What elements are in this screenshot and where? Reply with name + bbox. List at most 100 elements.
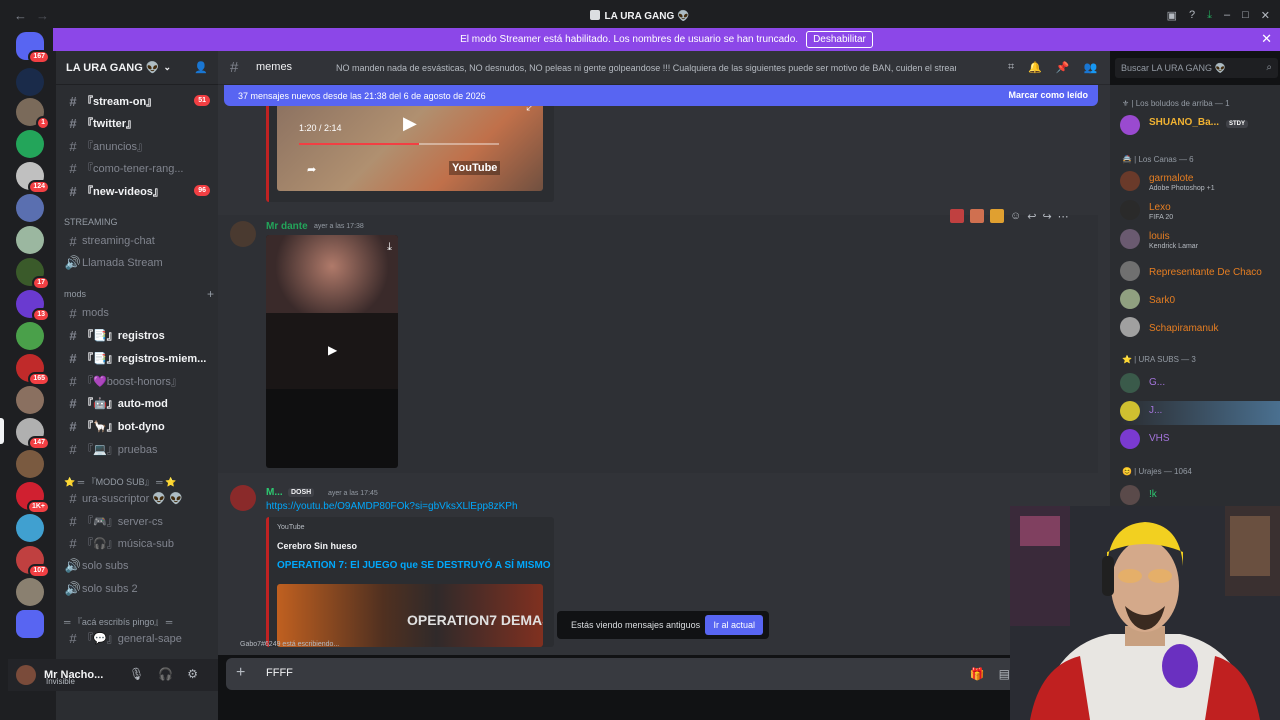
channel-musica-sub[interactable]: # 『🎧』música-sub xyxy=(64,533,214,553)
close-icon[interactable]: ✕ xyxy=(1261,31,1272,47)
video-thumbnail[interactable]: 1:20 / 2:14 ▶ ⤢ ➦ YouTube xyxy=(277,93,543,191)
channel-solo-subs-2[interactable]: 🔊 solo subs 2 xyxy=(64,579,214,599)
channel-solo-subs[interactable]: 🔊 solo subs xyxy=(64,556,214,576)
channel-bot-dyno[interactable]: # 『🦙』bot-dyno xyxy=(64,416,214,436)
channel-registros[interactable]: # 『📑』registros xyxy=(64,325,214,345)
channel-server-cs[interactable]: # 『🎮』server-cs xyxy=(64,511,214,531)
channel-new-videos[interactable]: # 『new-videos』 96 xyxy=(64,181,214,201)
progress-track[interactable] xyxy=(299,143,499,145)
reply-icon[interactable]: ↩ xyxy=(1027,210,1036,223)
mark-as-read-button[interactable]: Marcar como leído xyxy=(1008,90,1088,100)
avatar[interactable] xyxy=(230,485,256,511)
channel-twitter[interactable]: # 『twitter』 xyxy=(64,113,214,133)
server-icon[interactable] xyxy=(16,450,44,478)
download-icon[interactable]: ⤓ xyxy=(1207,9,1212,22)
category-mods[interactable]: mods + xyxy=(64,287,214,301)
message-composer[interactable]: + FFFF 🎁 ▤ xyxy=(226,658,1026,690)
add-channel-icon[interactable]: + xyxy=(207,287,214,301)
headphones-icon[interactable]: 🎧 xyxy=(158,667,173,681)
channel-auto-mod[interactable]: # 『🤖』auto-mod xyxy=(64,393,214,413)
server-icon[interactable] xyxy=(16,386,44,414)
category-streaming[interactable]: STREAMING+ xyxy=(64,215,246,229)
new-messages-bar[interactable]: 37 mensajes nuevos desde las 21:38 del 6… xyxy=(224,85,1098,106)
member-item[interactable]: Schapiramanuk xyxy=(1120,317,1280,341)
add-user-icon[interactable]: 👤 xyxy=(194,61,208,74)
server-icon[interactable] xyxy=(16,514,44,542)
member-item[interactable]: Lexo FIFA 20 xyxy=(1120,200,1280,224)
help-icon[interactable]: ? xyxy=(1189,9,1195,22)
reaction-emoji-icon[interactable] xyxy=(950,209,964,223)
inbox-icon[interactable]: ▣ xyxy=(1167,9,1177,22)
category-modo-sub[interactable]: ⭐ ═ 『MODO SUB』 ═ ⭐ xyxy=(64,475,176,488)
reaction-emoji-icon[interactable] xyxy=(970,209,984,223)
maximize-icon[interactable]: □ xyxy=(1242,9,1249,22)
category-aca-escribis[interactable]: ═ 『acá escribís pingo』 ═ xyxy=(64,615,172,628)
member-item[interactable]: garmalote Adobe Photoshop +1 xyxy=(1120,171,1280,195)
server-icon[interactable]: 1 xyxy=(16,98,50,130)
share-icon[interactable]: ➦ xyxy=(307,163,316,176)
member-item[interactable]: J... xyxy=(1120,401,1280,425)
message-input[interactable]: FFFF xyxy=(266,667,293,679)
message-author[interactable]: Mr dante xyxy=(266,221,308,232)
reaction-emoji-icon[interactable] xyxy=(990,209,1004,223)
server-icon[interactable]: 124 xyxy=(16,162,50,194)
play-icon[interactable]: ▶ xyxy=(403,113,417,134)
bell-icon[interactable]: 🔔 xyxy=(1028,61,1042,74)
member-item[interactable]: SHUANO_Ba... STDY xyxy=(1120,115,1280,139)
message-link[interactable]: https://youtu.be/O9AMDP80FOk?si=gbVksXLl… xyxy=(266,501,518,512)
home-button[interactable]: 167 xyxy=(16,32,50,64)
channel-anuncios[interactable]: # 『anuncios』 xyxy=(64,136,214,156)
server-icon[interactable]: 1K+ xyxy=(16,482,50,514)
channel-boost-honors[interactable]: # 『💜boost-honors』 xyxy=(64,371,214,391)
member-item[interactable]: louis Kendrick Lamar xyxy=(1120,229,1280,253)
server-icon[interactable]: 17 xyxy=(16,258,50,290)
channel-streaming-chat[interactable]: # streaming-chat xyxy=(64,231,214,251)
member-item[interactable]: Representante De Chaco xyxy=(1120,261,1280,285)
channel-pruebas[interactable]: # 『💻』pruebas xyxy=(64,439,214,459)
threads-icon[interactable]: ⌗ xyxy=(1008,61,1014,74)
channel-ura-suscriptor[interactable]: # ura-suscriptor 👽 👽 xyxy=(64,488,214,508)
channel-mods[interactable]: # mods xyxy=(64,303,214,323)
embed-title[interactable]: OPERATION 7: El JUEGO que SE DESTRUYÓ A … xyxy=(277,560,551,571)
search-input[interactable]: Buscar LA URA GANG 👽 ⌕ xyxy=(1115,58,1278,78)
avatar[interactable] xyxy=(16,665,36,685)
guild-tag[interactable]: DOSH xyxy=(288,488,315,497)
folder-icon[interactable] xyxy=(16,610,44,638)
jump-to-present-button[interactable]: Ir al actual xyxy=(705,615,763,635)
server-icon[interactable]: 107 xyxy=(16,546,50,578)
message-author[interactable]: M... xyxy=(266,487,283,498)
video-thumbnail[interactable]: OPERATION7 DEMASIADO xyxy=(277,584,543,647)
plus-icon[interactable]: + xyxy=(236,664,245,682)
embed-author[interactable]: Cerebro Sin hueso xyxy=(277,541,357,551)
member-item[interactable]: G... xyxy=(1120,373,1280,397)
channel-registros-miembros[interactable]: # 『📑』registros-miem... xyxy=(64,348,214,368)
member-item[interactable]: Sark0 xyxy=(1120,289,1280,313)
avatar[interactable] xyxy=(230,221,256,247)
video-attachment[interactable]: ▶ ⤓ xyxy=(266,235,398,468)
server-icon[interactable] xyxy=(16,322,44,350)
channel-como-tener-rango[interactable]: # 『como-tener-rang... xyxy=(64,158,214,178)
guild-header[interactable]: LA URA GANG 👽 ⌄ 👤 xyxy=(56,51,218,85)
channel-topic[interactable]: NO manden nada de esvásticas, NO desnudo… xyxy=(336,63,956,73)
close-window-icon[interactable]: ✕ xyxy=(1261,9,1270,22)
gif-icon[interactable]: ▤ xyxy=(999,667,1010,681)
forward-icon[interactable]: ↪ xyxy=(1042,210,1051,223)
add-reaction-icon[interactable]: ☺ xyxy=(1010,210,1021,222)
play-icon[interactable]: ▶ xyxy=(328,343,337,357)
server-icon[interactable] xyxy=(16,226,44,254)
server-icon[interactable]: 13 xyxy=(16,290,50,322)
disable-button[interactable]: Deshabilitar xyxy=(806,31,873,48)
server-icon[interactable]: 147 xyxy=(16,418,50,450)
more-icon[interactable]: ⋯ xyxy=(1058,210,1069,223)
gear-icon[interactable]: ⚙ xyxy=(187,667,198,681)
download-icon[interactable]: ⤓ xyxy=(387,241,392,254)
server-icon[interactable] xyxy=(16,130,44,158)
member-item[interactable]: VHS xyxy=(1120,429,1280,453)
pin-icon[interactable]: 📌 xyxy=(1056,61,1070,74)
server-icon[interactable] xyxy=(16,194,44,222)
channel-general-sape[interactable]: # 『💬』general-sape xyxy=(64,628,214,648)
minimize-icon[interactable]: – xyxy=(1224,9,1230,22)
microphone-icon[interactable]: 🎙 xyxy=(129,667,144,681)
members-icon[interactable]: 👥 xyxy=(1084,61,1098,74)
gift-icon[interactable]: 🎁 xyxy=(970,667,985,681)
